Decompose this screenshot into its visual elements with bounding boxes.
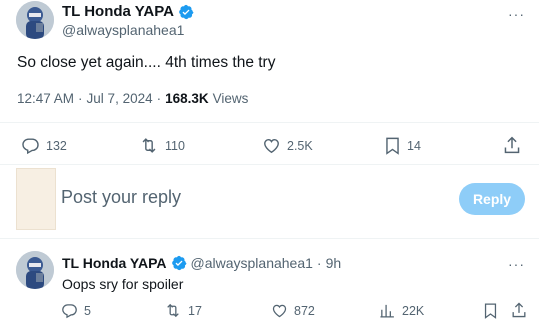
repost-icon <box>167 303 179 318</box>
reply-author-name[interactable]: TL Honda YAPA <box>62 255 167 271</box>
views-icon <box>380 304 394 318</box>
reply-reply-button[interactable]: 5 <box>61 302 91 319</box>
author-name-row: TL Honda YAPA <box>62 3 194 20</box>
tweet-time[interactable]: 12:47 AM <box>17 91 74 106</box>
heart-icon <box>264 139 279 154</box>
reply-icon <box>22 138 39 155</box>
views-count: 22K <box>402 303 425 318</box>
composer-avatar <box>16 168 56 230</box>
bookmark-icon <box>484 303 497 319</box>
views-label: Views <box>212 91 249 106</box>
reply-text: Oops sry for spoiler <box>62 276 184 292</box>
reply-like-button[interactable]: 872 <box>271 302 315 319</box>
divider <box>0 122 539 123</box>
reply-author-avatar[interactable] <box>16 251 54 289</box>
verified-badge-icon <box>178 4 194 20</box>
reply-author-handle[interactable]: @alwaysplanahea1 <box>191 255 313 271</box>
divider <box>0 164 539 165</box>
repost-button[interactable]: 110 <box>139 136 185 155</box>
tweet-text: So close yet again.... 4th times the try <box>17 54 276 71</box>
like-count: 872 <box>294 303 315 318</box>
meta-separator: · <box>156 91 162 106</box>
reply-button[interactable]: 132 <box>21 136 67 155</box>
share-button[interactable] <box>503 135 521 155</box>
reply-share-button[interactable] <box>511 301 527 319</box>
reply-repost-button[interactable]: 17 <box>164 302 202 319</box>
bookmark-button[interactable]: 14 <box>384 136 421 155</box>
verified-badge-icon <box>171 255 187 271</box>
more-icon[interactable]: ··· <box>508 6 525 22</box>
author-name[interactable]: TL Honda YAPA <box>62 3 174 20</box>
more-icon[interactable]: ··· <box>508 256 525 272</box>
reply-author-row: TL Honda YAPA @alwaysplanahea1 · 9h <box>62 255 341 271</box>
heart-icon <box>272 304 287 318</box>
tweet-date[interactable]: Jul 7, 2024 <box>87 91 153 106</box>
reply-count: 132 <box>46 138 67 153</box>
reply-time[interactable]: 9h <box>326 255 342 271</box>
reply-submit-button[interactable]: Reply <box>459 183 525 215</box>
repost-count: 110 <box>165 138 185 153</box>
share-icon <box>512 302 526 318</box>
divider <box>0 238 539 239</box>
share-icon <box>504 136 520 154</box>
like-count: 2.5K <box>287 138 313 153</box>
reply-icon <box>62 304 77 319</box>
reply-views-button[interactable]: 22K <box>379 302 424 319</box>
bookmark-icon <box>386 137 399 155</box>
bookmark-count: 14 <box>407 138 421 153</box>
reply-bookmark-button[interactable] <box>483 302 498 319</box>
reply-separator: · <box>316 255 322 271</box>
meta-separator: · <box>78 91 83 106</box>
repost-icon <box>142 138 156 153</box>
repost-count: 17 <box>188 303 202 318</box>
tweet-meta: 12:47 AM · Jul 7, 2024 · 168.3K Views <box>17 91 248 106</box>
author-handle[interactable]: @alwaysplanahea1 <box>62 22 184 38</box>
author-avatar[interactable] <box>16 1 54 39</box>
views-count: 168.3K <box>165 91 209 106</box>
reply-input[interactable]: Post your reply <box>61 187 181 208</box>
reply-count: 5 <box>84 303 91 318</box>
like-button[interactable]: 2.5K <box>262 136 313 155</box>
